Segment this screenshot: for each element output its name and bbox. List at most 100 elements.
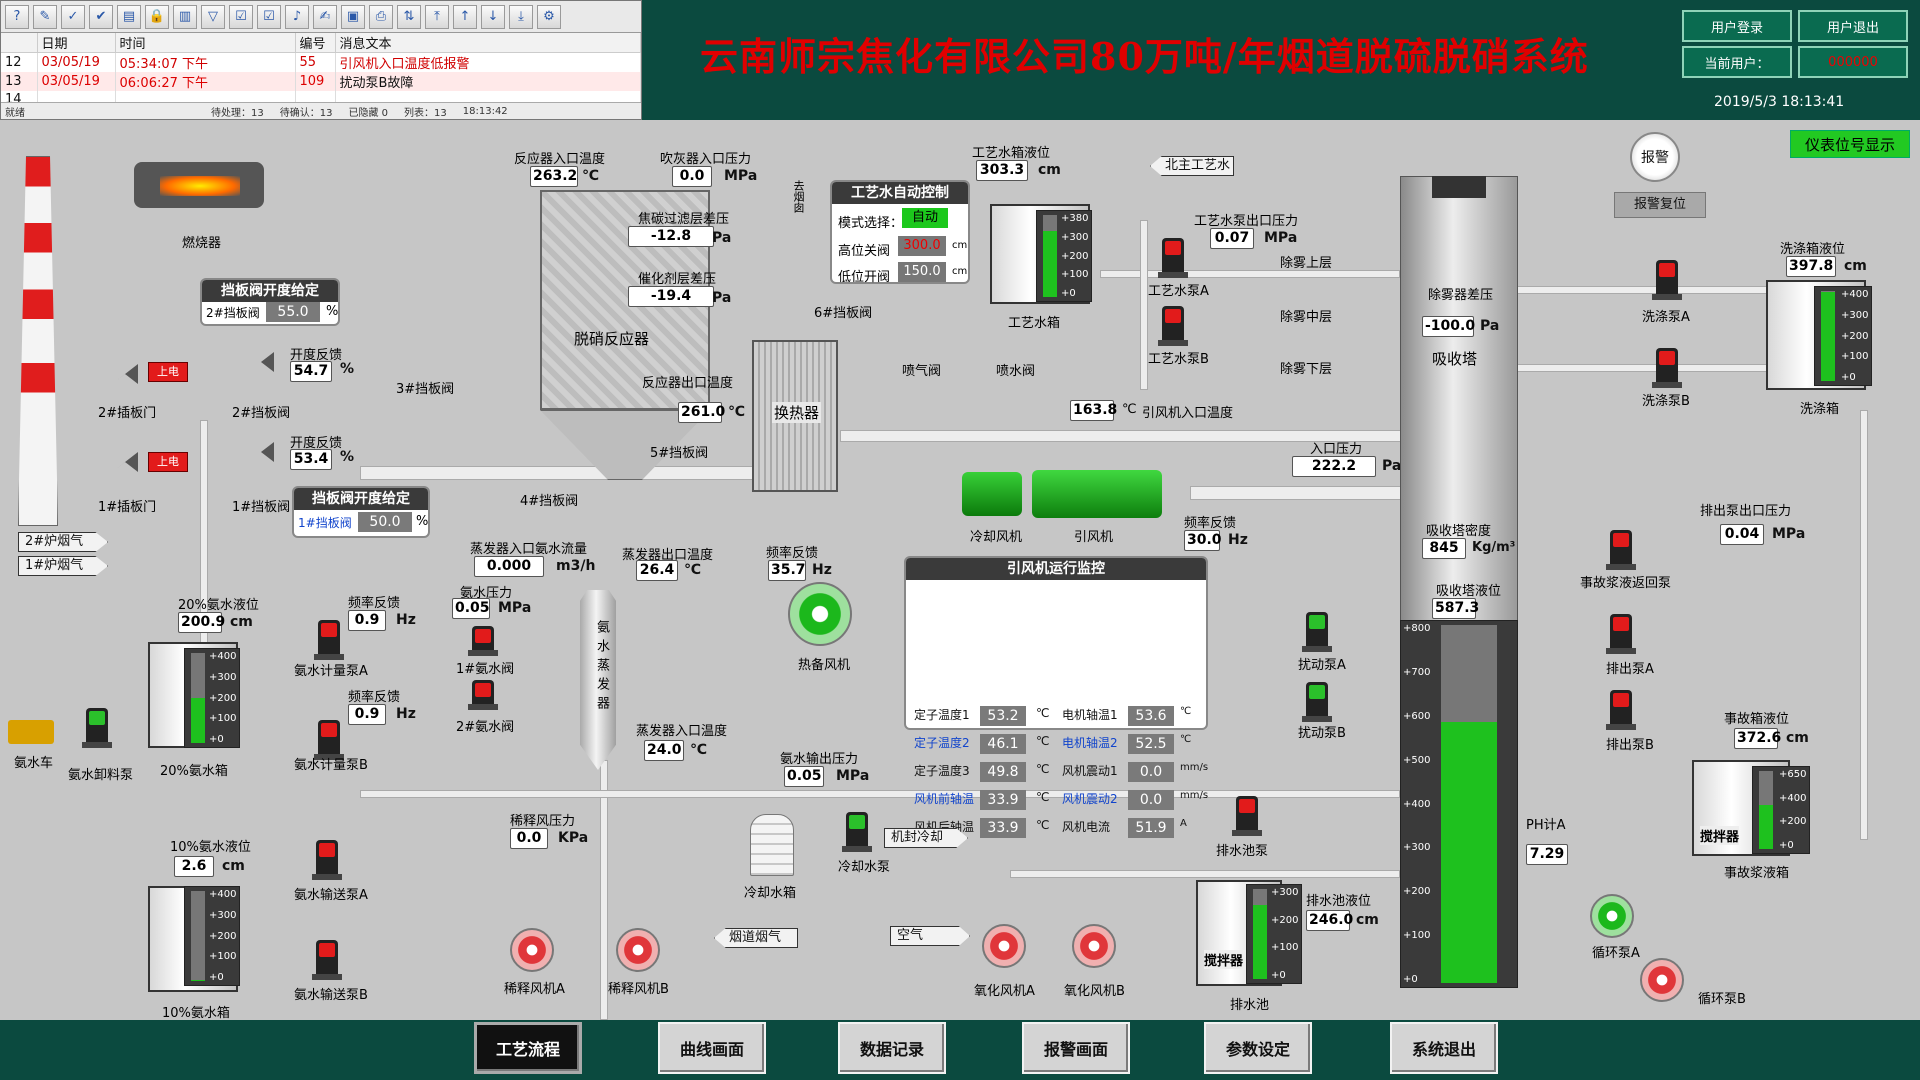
monitor-value: 49.8 (980, 762, 1026, 782)
circ-pump-a-icon[interactable] (1590, 894, 1634, 938)
hz-unit: Hz (396, 612, 416, 628)
oxid-fan-a-icon[interactable] (982, 924, 1026, 968)
monitor-label: 风机电流 (1062, 820, 1111, 834)
note-icon[interactable]: ✍ (313, 4, 337, 29)
low-open-value[interactable]: 150.0 (898, 262, 946, 282)
circ-pump-b-icon[interactable] (1640, 958, 1684, 1002)
nav-button-4[interactable]: 参数设定 (1204, 1022, 1312, 1074)
row-code: 55 (295, 52, 336, 72)
monitor-label: 风机震动1 (1062, 764, 1118, 778)
settings-icon[interactable]: ⚙ (537, 4, 561, 29)
machine-cool-arrow: 机封冷却 (884, 828, 968, 848)
cool-fan[interactable] (962, 472, 1022, 516)
damper2-set-value[interactable]: 55.0 (266, 302, 320, 322)
folder-icon[interactable]: ▣ (341, 4, 365, 29)
unload-pump[interactable] (82, 708, 112, 748)
nav-button-2[interactable]: 数据记录 (838, 1022, 946, 1074)
power-on-button-1[interactable]: 上电 (148, 452, 188, 472)
nav-button-1[interactable]: 曲线画面 (658, 1022, 766, 1074)
meter-pump-a[interactable] (314, 620, 344, 660)
col-text: 消息文本 (335, 33, 641, 53)
induced-fan-label: 引风机 (1074, 530, 1114, 545)
hz-unit: Hz (1228, 532, 1248, 548)
high-close-value[interactable]: 300.0 (898, 236, 946, 256)
percent-unit: % (416, 514, 429, 529)
checklist2-icon[interactable]: ☑ (257, 4, 281, 29)
print-icon[interactable]: ⎙ (369, 4, 393, 29)
instrument-display-button[interactable]: 仪表位号显示 (1790, 130, 1910, 158)
evap-flow-label: 蒸发器入口氨水流量 (470, 542, 588, 557)
mode-toggle[interactable]: 自动 (902, 208, 948, 228)
filter-icon[interactable]: ▽ (201, 4, 225, 29)
bell-icon[interactable]: ♪ (285, 4, 309, 29)
oxid-fan-b-icon[interactable] (1072, 924, 1116, 968)
prev-icon[interactable]: ↑ (453, 4, 477, 29)
sort-icon[interactable]: ⇅ (397, 4, 421, 29)
valve-icon[interactable] (248, 442, 274, 462)
gauge-scale: +300 +200 +100 +0 (1271, 887, 1299, 981)
damper1-set-value[interactable]: 50.0 (358, 512, 412, 532)
dilute-fan-b-icon[interactable] (616, 928, 660, 972)
wash-pump-b[interactable] (1652, 348, 1682, 388)
first-icon[interactable]: ⤒ (425, 4, 449, 29)
checklist-icon[interactable]: ☑ (229, 4, 253, 29)
edit-icon[interactable]: ✎ (33, 4, 57, 29)
cm-unit: cm (230, 614, 253, 630)
power-on-button-2[interactable]: 上电 (148, 362, 188, 382)
nav-button-5[interactable]: 系统退出 (1390, 1022, 1498, 1074)
ack-all-icon[interactable]: ✔ (89, 4, 113, 29)
login-button[interactable]: 用户登录 (1682, 10, 1792, 42)
logout-button[interactable]: 用户退出 (1798, 10, 1908, 42)
valve-icon[interactable] (112, 452, 138, 472)
monitor-value: 0.0 (1128, 762, 1174, 782)
percent-unit: % (340, 361, 355, 377)
process-pump-b[interactable] (1158, 306, 1188, 346)
heat-fan-icon[interactable] (788, 582, 852, 646)
help-icon[interactable]: ? (5, 4, 29, 29)
stir-pump-a[interactable] (1302, 612, 1332, 652)
valve-icon[interactable] (248, 352, 274, 372)
page-icon[interactable]: ▤ (117, 4, 141, 29)
alarm-reset-button[interactable]: 报警复位 (1614, 192, 1706, 218)
pa-unit: Pa (712, 290, 732, 306)
ack-icon[interactable]: ✓ (61, 4, 85, 29)
mist-upper-label: 除雾上层 (1280, 256, 1333, 271)
alarm-button[interactable]: 报警 (1630, 132, 1680, 182)
cool-tank[interactable] (750, 814, 794, 876)
discharge-pump-a[interactable] (1606, 614, 1636, 654)
trans-pump-b[interactable] (312, 940, 342, 980)
damper2-label: 2#挡板阀 (232, 406, 291, 421)
monitor-value: 53.2 (980, 706, 1026, 726)
next-icon[interactable]: ↓ (481, 4, 505, 29)
alarm-toolbar: ? ✎ ✓ ✔ ▤ 🔒 ▥ ▽ ☑ ☑ ♪ ✍ ▣ ⎙ ⇅ ⤒ ↑ ↓ ⤓ ⚙ (1, 1, 641, 33)
last-icon[interactable]: ⤓ (509, 4, 533, 29)
valve-icon[interactable] (112, 364, 138, 384)
process-pump-a[interactable] (1158, 238, 1188, 278)
nav-button-0[interactable]: 工艺流程 (474, 1022, 582, 1074)
accident-return-pump[interactable] (1606, 530, 1636, 570)
lock-icon[interactable]: 🔒 (145, 4, 169, 29)
table-row[interactable]: 12 03/05/19 05:34:07 下午 55 引风机入口温度低报警 (1, 52, 641, 72)
table-row[interactable]: 13 03/05/19 06:06:27 下午 109 扰动泵B故障 (1, 72, 641, 91)
induced-fan[interactable] (1032, 470, 1162, 518)
heat-fan-label: 热备风机 (798, 658, 851, 673)
hz-unit: Hz (396, 706, 416, 722)
cool-pump[interactable] (842, 812, 872, 852)
trans-pump-a[interactable] (312, 840, 342, 880)
coke-filter-value: -12.8 (628, 226, 714, 247)
discharge-pump-b[interactable] (1606, 690, 1636, 730)
open-fb-value-1: 53.4 (290, 449, 332, 470)
cm-unit: cm (1356, 912, 1379, 928)
stir-pump-b[interactable] (1302, 682, 1332, 722)
dilute-fan-a-icon[interactable] (510, 928, 554, 972)
sump-pump[interactable] (1232, 796, 1262, 836)
sump-label: 排水池 (1230, 998, 1270, 1013)
stats-icon[interactable]: ▥ (173, 4, 197, 29)
meter-a-label: 氨水计量泵A (294, 664, 368, 679)
wash-pump-a[interactable] (1652, 260, 1682, 300)
sump-level-value: 246.0 (1306, 910, 1353, 931)
nh3-valve-1[interactable] (468, 626, 498, 656)
blower-press-value: 0.0 (672, 166, 712, 187)
nav-button-3[interactable]: 报警画面 (1022, 1022, 1130, 1074)
nh3-valve-2[interactable] (468, 680, 498, 710)
